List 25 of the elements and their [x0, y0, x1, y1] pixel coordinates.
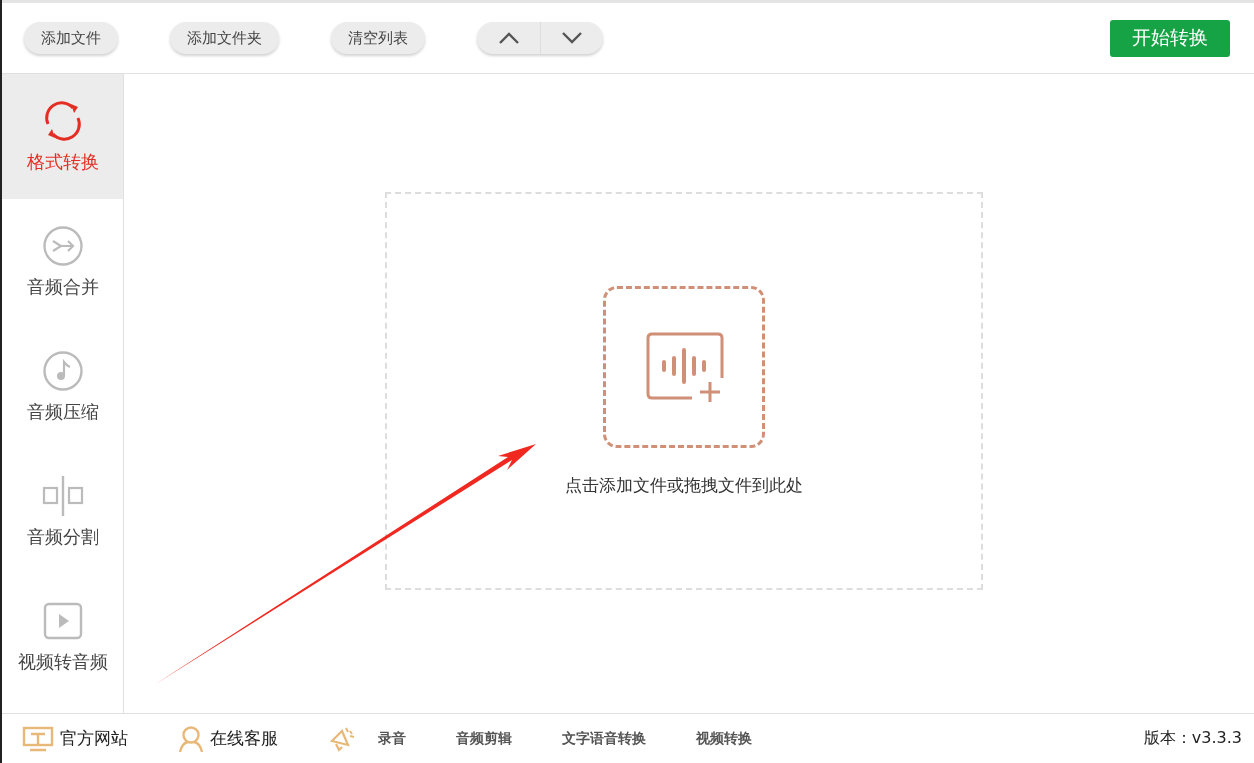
tool-link[interactable]: 视频转换 — [696, 729, 752, 748]
service-link[interactable]: 在线客服 — [178, 724, 278, 753]
chevron-down-icon — [561, 31, 583, 45]
sidebar-item[interactable]: 音频压缩 — [2, 324, 123, 449]
toolbar-button[interactable]: 清空列表 — [331, 22, 425, 54]
merge-icon — [41, 224, 84, 267]
split-icon — [41, 474, 84, 517]
tool-link[interactable]: 音频剪辑 — [456, 729, 512, 748]
version-label: 版本：v3.3.3 — [1143, 728, 1242, 749]
chevron-up-icon — [497, 31, 520, 45]
sidebar-item[interactable]: 音频合并 — [2, 199, 123, 324]
music-note-icon — [41, 349, 84, 392]
sidebar-item[interactable]: 格式转换 — [2, 74, 123, 199]
audio-add-icon — [644, 330, 724, 404]
record-link[interactable]: 录音 — [328, 724, 406, 753]
add-audio-button[interactable] — [603, 286, 765, 448]
toolbar-button[interactable]: 添加文件 — [24, 22, 118, 54]
toolbar-button[interactable]: 添加文件夹 — [170, 22, 279, 54]
sidebar-item[interactable]: 音频分割 — [2, 449, 123, 574]
website-link[interactable]: 官方网站 — [22, 725, 128, 752]
sidebar-item[interactable]: 视频转音频 — [2, 574, 123, 699]
drop-hint: 点击添加文件或拖拽文件到此处 — [565, 474, 803, 497]
person-icon — [178, 724, 204, 753]
monitor-icon — [22, 725, 54, 752]
tool-link[interactable]: 文字语音转换 — [562, 729, 646, 748]
